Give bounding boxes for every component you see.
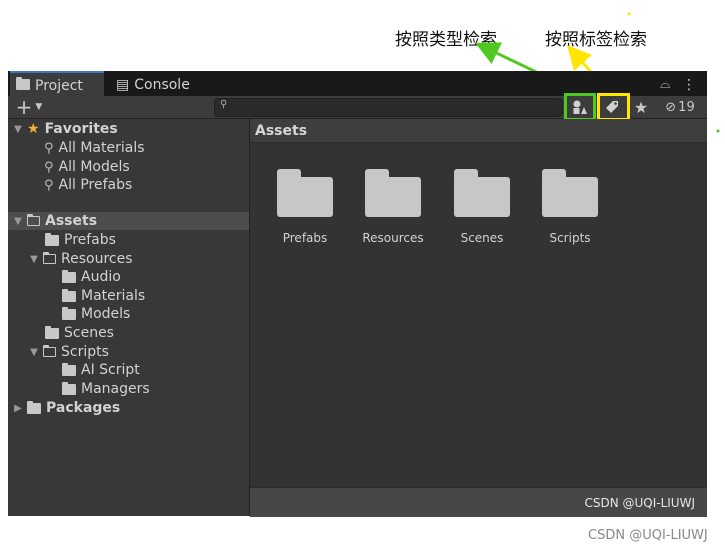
folder-open-icon	[26, 213, 40, 226]
tree-item-label: Materials	[81, 288, 146, 304]
collapse-arrow-icon: ▶	[14, 402, 22, 414]
watermark: CSDN @UQI-LIUWJ	[588, 528, 708, 543]
folder-icon	[62, 306, 76, 320]
console-icon: ▤	[116, 76, 130, 93]
folder-icon	[27, 400, 41, 414]
tree-item-audio[interactable]: Audio	[62, 268, 121, 286]
watermark: CSDN @UQI-LIUWJ	[584, 496, 695, 510]
tab-console[interactable]: ▤ Console	[110, 73, 200, 96]
lock-icon[interactable]: ⌓	[660, 73, 674, 96]
folder-open-icon	[42, 251, 56, 264]
tree-item-label: Audio	[81, 269, 121, 285]
folder-tree: ▼ ★ Favorites ⚲ All Materials ⚲ All Models…	[8, 119, 250, 516]
tab-project[interactable]: Project	[10, 71, 104, 98]
folder-icon	[62, 381, 76, 395]
folder-icon	[45, 232, 59, 246]
favorites-label: Favorites	[44, 121, 118, 137]
folder-icon	[542, 169, 598, 217]
asset-folder-scenes[interactable]: Scenes	[442, 169, 522, 245]
expand-arrow-icon: ▼	[14, 215, 22, 227]
tree-item-scripts[interactable]: ▼ Scripts	[28, 343, 109, 361]
folder-icon	[62, 288, 76, 302]
folder-icon	[62, 269, 76, 283]
expand-arrow-icon: ▼	[30, 346, 38, 358]
tree-item-label: Assets	[45, 213, 98, 229]
asset-label: Scripts	[549, 231, 591, 245]
tree-item-assets[interactable]: ▼ Assets	[8, 212, 249, 230]
create-button[interactable]: + ▼	[14, 95, 44, 119]
search-field[interactable]: ⚲	[214, 98, 563, 117]
folder-open-icon	[42, 344, 56, 357]
tree-item-label: Scripts	[61, 344, 109, 360]
search-icon: ⚲	[44, 159, 54, 175]
tree-item-scenes[interactable]: Scenes	[45, 324, 114, 342]
tree-item-packages[interactable]: ▶ Packages	[12, 399, 120, 417]
search-icon: ⚲	[220, 99, 228, 110]
asset-label: Prefabs	[282, 231, 328, 245]
folder-icon	[365, 169, 421, 217]
more-options-icon[interactable]: ⋮	[682, 73, 696, 96]
type-highlight-box	[564, 93, 596, 121]
tree-item-models[interactable]: Models	[62, 305, 130, 323]
favorite-item-label: All Models	[58, 159, 130, 175]
tree-item-label: Models	[81, 306, 131, 322]
favorite-item[interactable]: ⚲ All Models	[44, 158, 130, 176]
folder-icon	[62, 362, 76, 376]
tree-item-label: Resources	[61, 251, 133, 267]
status-bar: CSDN @UQI-LIUWJ	[250, 487, 707, 517]
label-highlight-box	[597, 93, 630, 121]
asset-browser: Assets Prefabs Resources Scenes Scripts …	[250, 119, 707, 517]
favorite-item[interactable]: ⚲ All Materials	[44, 139, 145, 157]
project-window: Project ▤ Console ⌓ ⋮ + ▼ ⚲ ★ ⊘ 19 ▼ ★ F…	[8, 71, 707, 517]
tree-item-label: Packages	[46, 400, 121, 416]
search-icon: ⚲	[44, 177, 54, 193]
tree-item-managers[interactable]: Managers	[62, 380, 150, 398]
star-icon[interactable]: ★	[629, 96, 653, 118]
breadcrumb[interactable]: Assets	[250, 119, 707, 143]
asset-folder-scripts[interactable]: Scripts	[530, 169, 610, 245]
folder-icon	[45, 325, 59, 339]
folder-icon	[277, 169, 333, 217]
tree-item-ai-script[interactable]: AI Script	[62, 361, 140, 379]
favorite-item[interactable]: ⚲ All Prefabs	[44, 176, 132, 194]
tree-item-materials[interactable]: Materials	[62, 287, 145, 305]
search-icon: ⚲	[44, 140, 54, 156]
favorite-item-label: All Materials	[58, 140, 145, 156]
hidden-packages-toggle[interactable]: ⊘ 19	[656, 96, 704, 118]
star-icon: ★	[27, 121, 40, 137]
tree-item-resources[interactable]: ▼ Resources	[28, 250, 133, 268]
asset-folder-prefabs[interactable]: Prefabs	[265, 169, 345, 245]
expand-arrow-icon: ▼	[30, 253, 38, 265]
asset-label: Resources	[362, 231, 424, 245]
tab-console-label: Console	[134, 76, 190, 93]
favorites-header[interactable]: ▼ ★ Favorites	[12, 120, 118, 138]
tree-item-label: AI Script	[81, 362, 140, 378]
tab-project-label: Project	[35, 77, 83, 94]
folder-icon	[16, 76, 30, 94]
chevron-down-icon: ▼	[35, 102, 43, 112]
tree-item-label: Managers	[81, 381, 150, 397]
hidden-count: 19	[678, 99, 695, 115]
expand-arrow-icon: ▼	[14, 123, 22, 135]
favorite-item-label: All Prefabs	[58, 177, 133, 193]
eye-slash-icon: ⊘	[665, 99, 677, 115]
search-input[interactable]	[233, 99, 557, 116]
tree-item-prefabs[interactable]: Prefabs	[45, 231, 116, 249]
tree-item-label: Prefabs	[64, 232, 116, 248]
asset-folder-resources[interactable]: Resources	[353, 169, 433, 245]
create-button-label: +	[15, 95, 33, 119]
folder-icon	[454, 169, 510, 217]
toolbar: + ▼ ⚲ ★ ⊘ 19	[8, 93, 707, 121]
tree-item-label: Scenes	[64, 325, 114, 341]
asset-label: Scenes	[460, 231, 504, 245]
